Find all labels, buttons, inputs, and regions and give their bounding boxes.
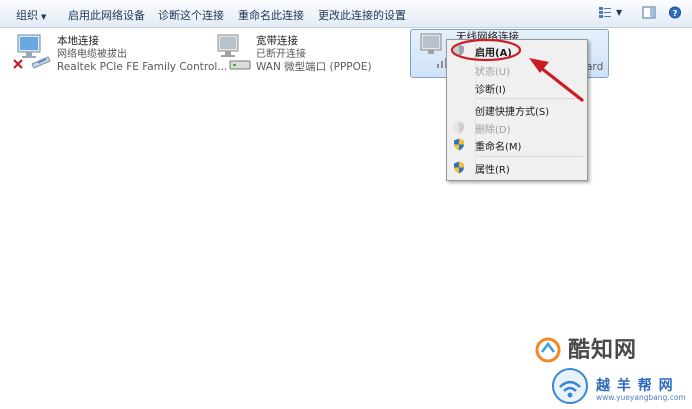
- view-options-icon[interactable]: [598, 6, 612, 19]
- menu-item-delete[interactable]: 删除(D): [475, 121, 511, 136]
- menu-separator: [477, 98, 583, 99]
- organize-label: 组织: [16, 9, 38, 22]
- disconnected-x-icon: [13, 59, 23, 69]
- preview-pane-icon[interactable]: [642, 6, 656, 19]
- shield-icon: [454, 161, 464, 174]
- help-icon[interactable]: ?: [668, 6, 682, 19]
- connection-status: 已断开连接: [256, 49, 306, 60]
- enable-device-button[interactable]: 启用此网络设备: [68, 7, 145, 23]
- connection-title: 宽带连接: [256, 35, 298, 47]
- watermark-wifi-logo-icon: [552, 368, 588, 404]
- menu-item-enable[interactable]: 启用(A): [475, 44, 512, 59]
- menu-item-rename[interactable]: 重命名(M): [475, 138, 521, 153]
- rename-button[interactable]: 重命名此连接: [238, 7, 304, 23]
- view-dropdown-icon[interactable]: ▼: [616, 8, 622, 17]
- shield-icon: [454, 121, 464, 134]
- connection-title: 本地连接: [57, 35, 99, 47]
- shield-icon: [454, 44, 464, 57]
- command-bar: 组织 ▼ 启用此网络设备 诊断这个连接 重命名此连接 更改此连接的设置 ▼ ?: [0, 0, 692, 28]
- menu-item-properties[interactable]: 属性(R): [475, 161, 510, 176]
- chevron-down-icon: ▼: [41, 13, 47, 21]
- watermark-logo-icon: [535, 337, 561, 363]
- menu-item-diagnose[interactable]: 诊断(I): [475, 81, 506, 96]
- broadband-modem-icon: [217, 34, 251, 70]
- connection-status: 网络电缆被拔出: [57, 49, 127, 60]
- menu-item-create-shortcut[interactable]: 创建快捷方式(S): [475, 103, 549, 118]
- watermark-url: www.yueyangbang.com: [596, 393, 686, 402]
- svg-text:?: ?: [673, 8, 678, 18]
- context-menu: 启用(A) 状态(U) 诊断(I) 创建快捷方式(S) 删除(D) 重命名(M)…: [446, 39, 588, 181]
- shield-icon: [454, 138, 464, 151]
- connection-device: Realtek PCIe FE Family Control...: [57, 61, 228, 73]
- diagnose-button[interactable]: 诊断这个连接: [158, 7, 224, 23]
- menu-item-status[interactable]: 状态(U): [475, 63, 510, 78]
- organize-button[interactable]: 组织 ▼: [16, 7, 46, 23]
- connection-device: WAN 微型端口 (PPPOE): [256, 61, 372, 73]
- watermark-brand-secondary: 越 羊 帮 网: [596, 378, 674, 394]
- watermark-brand: 酷知网: [568, 338, 638, 363]
- change-settings-button[interactable]: 更改此连接的设置: [318, 7, 406, 23]
- connection-device: ard: [586, 61, 604, 73]
- menu-separator: [477, 156, 583, 157]
